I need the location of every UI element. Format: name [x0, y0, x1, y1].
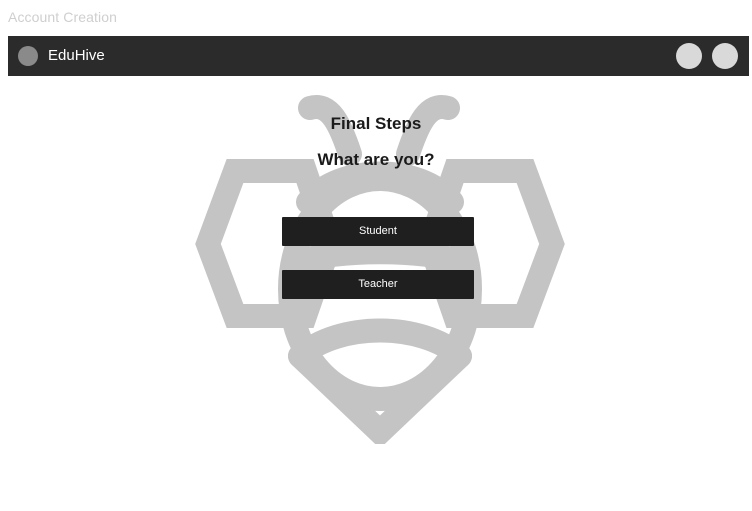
teacher-button[interactable]: Teacher	[282, 270, 474, 299]
bee-logo-icon	[195, 95, 565, 444]
student-button[interactable]: Student	[282, 217, 474, 246]
brand-name: EduHive	[48, 47, 105, 64]
topbar-circle-button-2[interactable]	[712, 43, 738, 69]
circle-logo-icon	[18, 46, 38, 66]
topbar-circle-button-1[interactable]	[676, 43, 702, 69]
role-question-heading: What are you?	[317, 150, 435, 169]
page-caption: Account Creation	[8, 9, 117, 25]
final-steps-heading: Final Steps	[330, 114, 422, 133]
top-bar: EduHive	[8, 36, 749, 76]
